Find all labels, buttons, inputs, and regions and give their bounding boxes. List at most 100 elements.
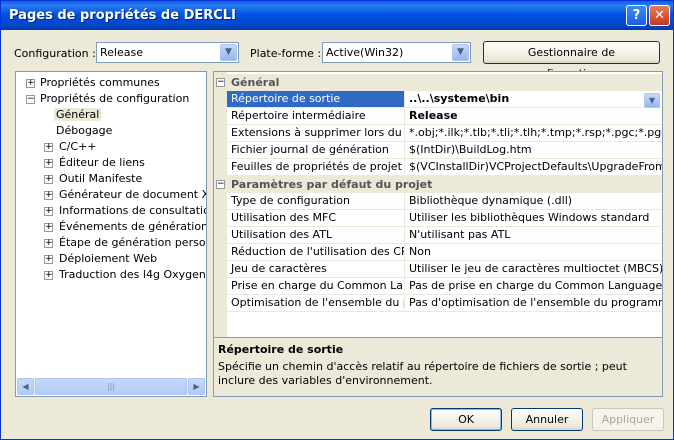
platform-label: Plate-forme : [250, 47, 322, 60]
expand-icon[interactable]: + [44, 255, 53, 264]
chevron-right-icon: ▶ [193, 382, 200, 391]
scroll-right-button[interactable]: ▶ [188, 378, 205, 395]
collapse-icon[interactable]: − [26, 95, 35, 104]
property-row-use-of-atl[interactable]: Utilisation des ATL N'utilisant pas ATL [227, 227, 662, 244]
configuration-label: Configuration : [14, 47, 96, 60]
category-title: Général [231, 76, 280, 89]
property-row-configuration-type[interactable]: Type de configuration Bibliothèque dynam… [227, 193, 662, 210]
property-grid[interactable]: − Général Répertoire de sortie ..\..\sys… [213, 71, 663, 341]
expand-icon[interactable]: + [44, 159, 53, 168]
grid-gutter [214, 72, 227, 340]
chevron-left-icon: ◀ [22, 382, 29, 391]
property-name: Répertoire de sortie [227, 91, 405, 107]
tree-item-label: Étape de génération personn [59, 236, 207, 249]
help-icon: ? [632, 8, 641, 23]
property-name: Extensions à supprimer lors du nettoy [227, 125, 405, 141]
property-row-whole-program-optimization[interactable]: Optimisation de l'ensemble du progra Pas… [227, 295, 662, 312]
property-name: Prise en charge du Common Language [227, 278, 405, 294]
chevron-down-icon[interactable]: ▼ [220, 44, 237, 61]
property-value[interactable]: Pas d'optimisation de l'ensemble du prog… [407, 295, 662, 311]
description-text: Spécifie un chemin d'accès relatif au ré… [218, 360, 627, 387]
collapse-icon[interactable]: − [216, 78, 225, 87]
tree-item-label: Propriétés communes [40, 76, 160, 89]
property-value[interactable]: N'utilisant pas ATL [407, 227, 662, 243]
property-value[interactable]: Release [407, 108, 662, 124]
tree-item-label: Événements de génération [59, 220, 207, 233]
property-row-output-directory[interactable]: Répertoire de sortie ..\..\systeme\bin [227, 91, 662, 108]
property-row-clean-extensions[interactable]: Extensions à supprimer lors du nettoy *.… [227, 125, 662, 142]
grip-icon: ||| [106, 382, 116, 391]
expand-icon[interactable]: + [44, 271, 53, 280]
scrollbar-thumb[interactable]: ||| [35, 378, 187, 395]
property-row-use-of-mfc[interactable]: Utilisation des MFC Utiliser les bibliot… [227, 210, 662, 227]
tree-item-label: Outil Manifeste [59, 172, 143, 185]
property-name: Fichier journal de génération [227, 142, 405, 158]
tree-item-general[interactable]: Général [54, 107, 102, 123]
expand-icon[interactable]: + [44, 175, 53, 184]
tree-item-label: C/C++ [59, 140, 97, 153]
property-value[interactable]: Non [407, 244, 662, 260]
category-project-defaults[interactable]: − Paramètres par défaut du projet [214, 176, 662, 193]
tree-item-debugging[interactable]: Débogage [56, 123, 112, 139]
property-name: Optimisation de l'ensemble du progra [227, 295, 405, 311]
configuration-combo[interactable]: Release ▼ [96, 42, 239, 63]
property-value[interactable]: Utiliser les bibliothèques Windows stand… [407, 210, 662, 226]
property-row-build-log-file[interactable]: Fichier journal de génération $(IntDir)\… [227, 142, 662, 159]
expand-icon[interactable]: + [44, 143, 53, 152]
title-bar[interactable]: Pages de propriétés de DERCLI ? ✕ [1, 1, 673, 30]
expand-icon[interactable]: + [44, 191, 53, 200]
window-title: Pages de propriétés de DERCLI [9, 8, 236, 23]
property-name: Utilisation des ATL [227, 227, 405, 243]
configuration-manager-button[interactable]: Gestionnaire de configurations... [483, 41, 660, 80]
property-name: Type de configuration [227, 193, 405, 209]
property-row-inherited-property-sheets[interactable]: Feuilles de propriétés de projet hérité … [227, 159, 662, 176]
property-name: Réduction de l'utilisation des CRT da [227, 244, 405, 260]
tree-item-label: Générateur de document XML [59, 188, 206, 201]
apply-button[interactable]: Appliquer [592, 408, 664, 431]
category-general[interactable]: − Général [214, 74, 662, 91]
property-name: Feuilles de propriétés de projet hérité [227, 159, 405, 175]
expand-icon[interactable]: + [44, 239, 53, 248]
scroll-left-button[interactable]: ◀ [17, 378, 34, 395]
tree-item-label: Propriétés de configuration [40, 92, 190, 105]
platform-combo[interactable]: Active(Win32) ▼ [322, 42, 471, 63]
tree-item-label: Général [54, 108, 102, 121]
category-title: Paramètres par défaut du projet [231, 178, 433, 191]
property-value[interactable]: Bibliothèque dynamique (.dll) [407, 193, 662, 209]
tree-item-label: Éditeur de liens [59, 156, 145, 169]
property-name: Utilisation des MFC [227, 210, 405, 226]
tree-horizontal-scrollbar[interactable]: ◀ ||| ▶ [17, 378, 205, 395]
property-row-clr-support[interactable]: Prise en charge du Common Language Pas d… [227, 278, 662, 295]
tree-item-label: Déploiement Web [59, 252, 158, 265]
close-icon: ✕ [654, 8, 665, 23]
help-button[interactable]: ? [626, 5, 647, 26]
property-name: Répertoire intermédiaire [227, 108, 405, 124]
property-tree[interactable]: + Propriétés communes − Propriétés de co… [15, 71, 207, 397]
property-name: Jeu de caractères [227, 261, 405, 277]
description-title: Répertoire de sortie [218, 343, 344, 356]
property-row-minimize-crt[interactable]: Réduction de l'utilisation des CRT da No… [227, 244, 662, 261]
cancel-button[interactable]: Annuler [511, 408, 583, 431]
property-value[interactable]: $(IntDir)\BuildLog.htm [407, 142, 662, 158]
expand-icon[interactable]: + [44, 207, 53, 216]
property-row-character-set[interactable]: Jeu de caractères Utiliser le jeu de car… [227, 261, 662, 278]
property-value[interactable]: Utiliser le jeu de caractères multioctet… [407, 261, 662, 277]
property-row-intermediate-directory[interactable]: Répertoire intermédiaire Release [227, 108, 662, 125]
platform-value: Active(Win32) [326, 46, 404, 59]
configuration-value: Release [100, 46, 143, 59]
tree-item-label: Débogage [56, 124, 113, 137]
tree-item-label: Traduction des l4g Oxygene [59, 268, 207, 281]
tree-item-label: Informations de consultation [59, 204, 207, 217]
ok-button[interactable]: OK [430, 408, 502, 431]
close-button[interactable]: ✕ [649, 5, 670, 26]
properties-dialog: Pages de propriétés de DERCLI ? ✕ Config… [0, 0, 674, 440]
collapse-icon[interactable]: − [216, 180, 225, 189]
chevron-down-icon[interactable]: ▼ [452, 44, 469, 61]
property-value[interactable]: ..\..\systeme\bin [407, 91, 642, 107]
expand-icon[interactable]: + [26, 79, 35, 88]
property-value[interactable]: $(VCInstallDir)VCProjectDefaults\Upgrade… [407, 159, 662, 175]
chevron-down-icon[interactable]: ▼ [644, 93, 660, 108]
property-value[interactable]: *.obj;*.ilk;*.tlb;*.tli;*.tlh;*.tmp;*.rs… [407, 125, 662, 141]
expand-icon[interactable]: + [44, 223, 53, 232]
property-value[interactable]: Pas de prise en charge du Common Languag… [407, 278, 662, 294]
